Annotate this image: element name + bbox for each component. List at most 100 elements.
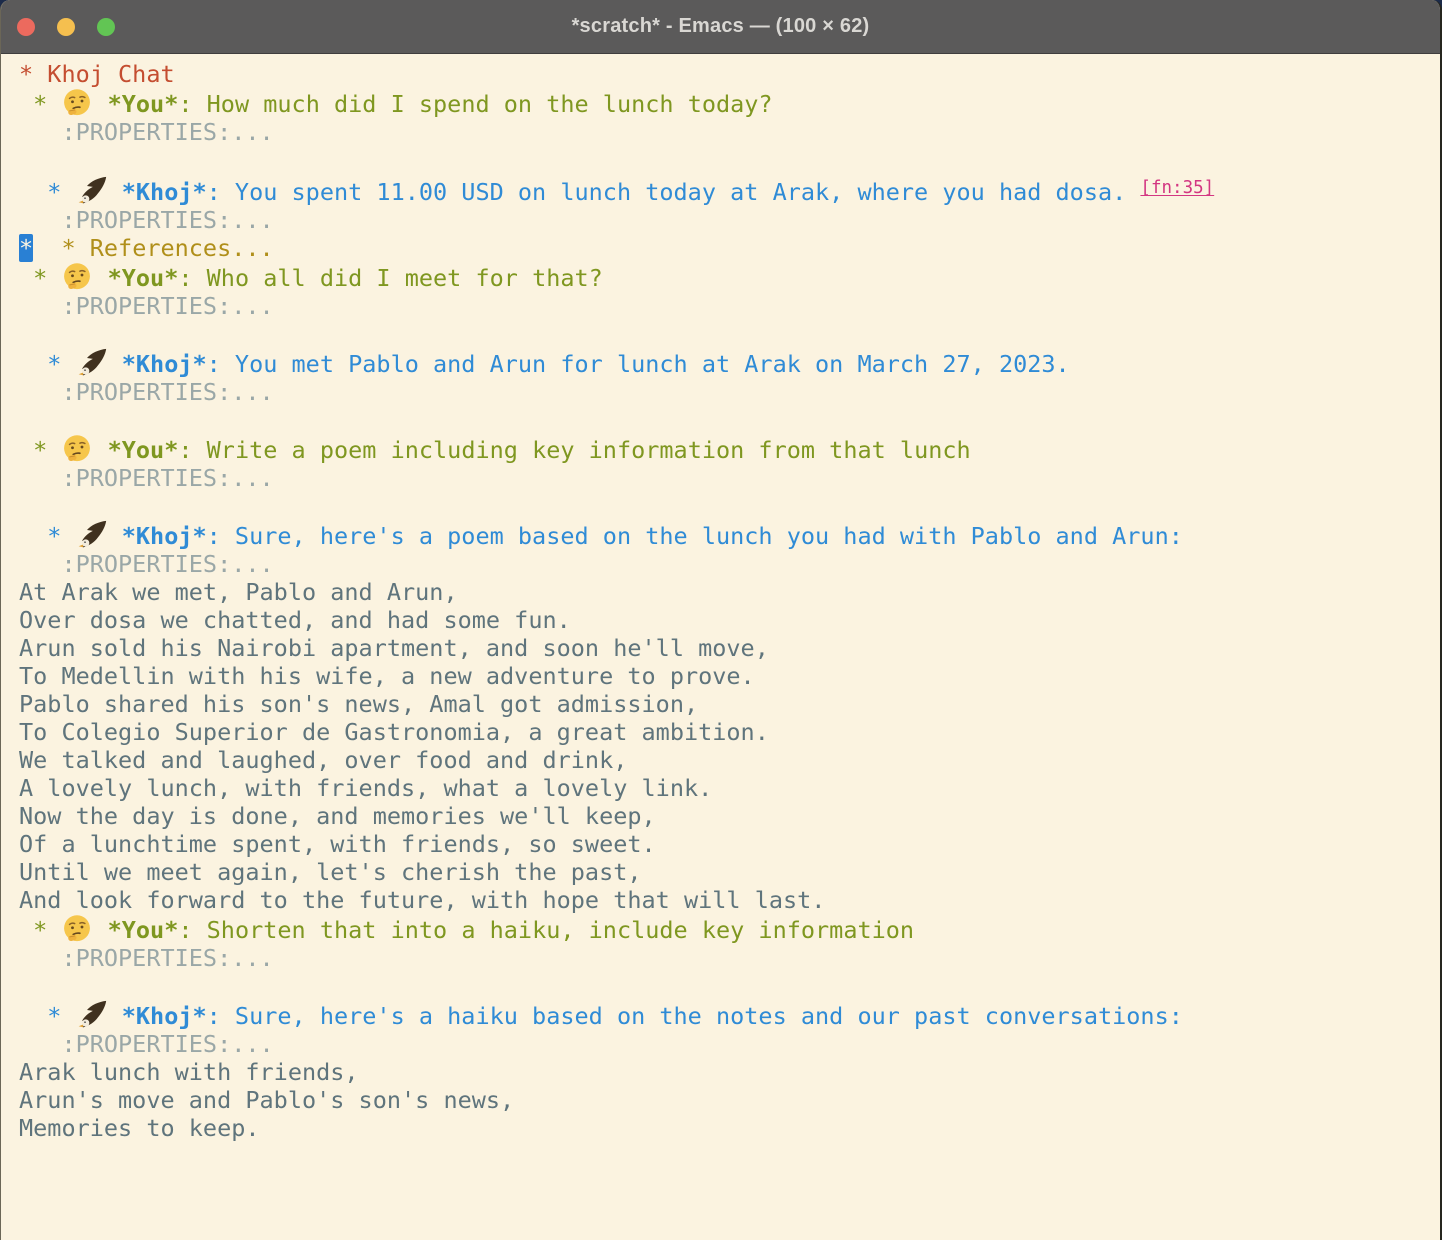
- body-text: Now the day is done, and memories we'll …: [19, 802, 656, 830]
- thinking-face-emoji: [62, 434, 92, 464]
- khoj-bold-text: *Khoj*: [122, 1002, 207, 1030]
- blank-line: [19, 320, 1440, 348]
- zoom-button[interactable]: [97, 18, 115, 36]
- you-text: [93, 436, 107, 464]
- body-text: We talked and laughed, over food and dri…: [19, 746, 627, 774]
- body-text: To Medellin with his wife, a new adventu…: [19, 662, 755, 690]
- h1-text: * Khoj Chat: [19, 60, 175, 88]
- prop-text: :PROPERTIES:...: [19, 292, 274, 320]
- poem-line: Now the day is done, and memories we'll …: [19, 802, 1440, 830]
- minimize-button[interactable]: [57, 18, 75, 36]
- blank-line: [19, 406, 1440, 434]
- poem-line: To Colegio Superior de Gastronomia, a gr…: [19, 718, 1440, 746]
- you-text: *: [19, 264, 61, 292]
- body-text: To Colegio Superior de Gastronomia, a gr…: [19, 718, 769, 746]
- body-text: Over dosa we chatted, and had some fun.: [19, 606, 571, 634]
- khoj-text: : Sure, here's a poem based on the lunch…: [207, 522, 1183, 550]
- you-text: : How much did I spend on the lunch toda…: [178, 90, 772, 118]
- khoj-text: *: [19, 1002, 76, 1030]
- poem-line: To Medellin with his wife, a new adventu…: [19, 662, 1440, 690]
- prop-text: :PROPERTIES:...: [19, 550, 274, 578]
- chat-message-khoj: * *Khoj*: You spent 11.00 USD on lunch t…: [19, 174, 1440, 206]
- you-text: *: [19, 90, 61, 118]
- haiku-line: Arun's move and Pablo's son's news,: [19, 1086, 1440, 1114]
- body-text: Arak lunch with friends,: [19, 1058, 359, 1086]
- khoj-text: *: [19, 178, 76, 206]
- body-text: Of a lunchtime spent, with friends, so s…: [19, 830, 656, 858]
- you-text: [93, 264, 107, 292]
- body-text: At Arak we met, Pablo and Arun,: [19, 578, 458, 606]
- properties-drawer: :PROPERTIES:...: [19, 1030, 1440, 1058]
- poem-line: Until we meet again, let's cherish the p…: [19, 858, 1440, 886]
- you-bold-text: *You*: [108, 916, 179, 944]
- footnote-link[interactable]: [fn:35]: [1140, 178, 1214, 198]
- khoj-text: : You met Pablo and Arun for lunch at Ar…: [207, 350, 1070, 378]
- body-text: Arun's move and Pablo's son's news,: [19, 1086, 514, 1114]
- eagle-emoji: [77, 520, 107, 550]
- references-heading: * * References...: [19, 234, 1440, 262]
- khoj-bold-text: *Khoj*: [122, 522, 207, 550]
- khoj-text: *: [19, 522, 76, 550]
- text-cursor: *: [19, 234, 33, 262]
- you-text: *: [19, 916, 61, 944]
- you-bold-text: *You*: [108, 264, 179, 292]
- poem-line: We talked and laughed, over food and dri…: [19, 746, 1440, 774]
- body-text: Until we meet again, let's cherish the p…: [19, 858, 642, 886]
- poem-line: A lovely lunch, with friends, what a lov…: [19, 774, 1440, 802]
- poem-line: Over dosa we chatted, and had some fun.: [19, 606, 1440, 634]
- haiku-line: Arak lunch with friends,: [19, 1058, 1440, 1086]
- khoj-bold-text: *Khoj*: [122, 350, 207, 378]
- khoj-text: [108, 1002, 122, 1030]
- prop-text: :PROPERTIES:...: [19, 1030, 274, 1058]
- khoj-text: : Sure, here's a haiku based on the note…: [207, 1002, 1183, 1030]
- prop-text: :PROPERTIES:...: [19, 464, 274, 492]
- khoj-text: *: [19, 350, 76, 378]
- titlebar[interactable]: *scratch* - Emacs — (100 × 62): [1, 0, 1440, 54]
- blank-line: [19, 146, 1440, 174]
- blank-line: [19, 492, 1440, 520]
- khoj-bold-text: *Khoj*: [122, 178, 207, 206]
- chat-message-you: * *You*: How much did I spend on the lun…: [19, 88, 1440, 118]
- properties-drawer: :PROPERTIES:...: [19, 206, 1440, 234]
- you-bold-text: *You*: [108, 436, 179, 464]
- properties-drawer: :PROPERTIES:...: [19, 944, 1440, 972]
- thinking-face-emoji: [62, 914, 92, 944]
- you-text: [93, 90, 107, 118]
- you-text: *: [19, 436, 61, 464]
- khoj-text: [108, 178, 122, 206]
- prop-text: :PROPERTIES:...: [19, 118, 274, 146]
- prop-text: :PROPERTIES:...: [19, 944, 274, 972]
- prop-text: :PROPERTIES:...: [19, 206, 274, 234]
- poem-line: And look forward to the future, with hop…: [19, 886, 1440, 914]
- khoj-text: [108, 350, 122, 378]
- prop-text: :PROPERTIES:...: [19, 378, 274, 406]
- you-text: [93, 916, 107, 944]
- window-title: *scratch* - Emacs — (100 × 62): [572, 15, 870, 38]
- body-text: Memories to keep.: [19, 1114, 260, 1142]
- properties-drawer: :PROPERTIES:...: [19, 292, 1440, 320]
- chat-message-khoj: * *Khoj*: Sure, here's a haiku based on …: [19, 1000, 1440, 1030]
- properties-drawer: :PROPERTIES:...: [19, 378, 1440, 406]
- traffic-lights: [17, 0, 115, 53]
- chat-message-khoj: * *Khoj*: You met Pablo and Arun for lun…: [19, 348, 1440, 378]
- eagle-emoji: [77, 176, 107, 206]
- thinking-face-emoji: [62, 88, 92, 118]
- poem-line: Pablo shared his son's news, Amal got ad…: [19, 690, 1440, 718]
- chat-message-khoj: * *Khoj*: Sure, here's a poem based on t…: [19, 520, 1440, 550]
- khoj-text: [108, 522, 122, 550]
- properties-drawer: :PROPERTIES:...: [19, 464, 1440, 492]
- khoj-text: : You spent 11.00 USD on lunch today at …: [207, 178, 1141, 206]
- you-text: : Who all did I meet for that?: [178, 264, 602, 292]
- body-text: Pablo shared his son's news, Amal got ad…: [19, 690, 698, 718]
- chat-message-you: * *You*: Shorten that into a haiku, incl…: [19, 914, 1440, 944]
- ref-text: * References...: [33, 234, 274, 262]
- close-button[interactable]: [17, 18, 35, 36]
- blank-line: [19, 972, 1440, 1000]
- haiku-line: Memories to keep.: [19, 1114, 1440, 1142]
- body-text: A lovely lunch, with friends, what a lov…: [19, 774, 712, 802]
- buffer-text-area[interactable]: * Khoj Chat * *You*: How much did I spen…: [1, 54, 1440, 1142]
- poem-line: At Arak we met, Pablo and Arun,: [19, 578, 1440, 606]
- org-heading-khoj-chat: * Khoj Chat: [19, 60, 1440, 88]
- eagle-emoji: [77, 348, 107, 378]
- you-text: : Write a poem including key information…: [178, 436, 970, 464]
